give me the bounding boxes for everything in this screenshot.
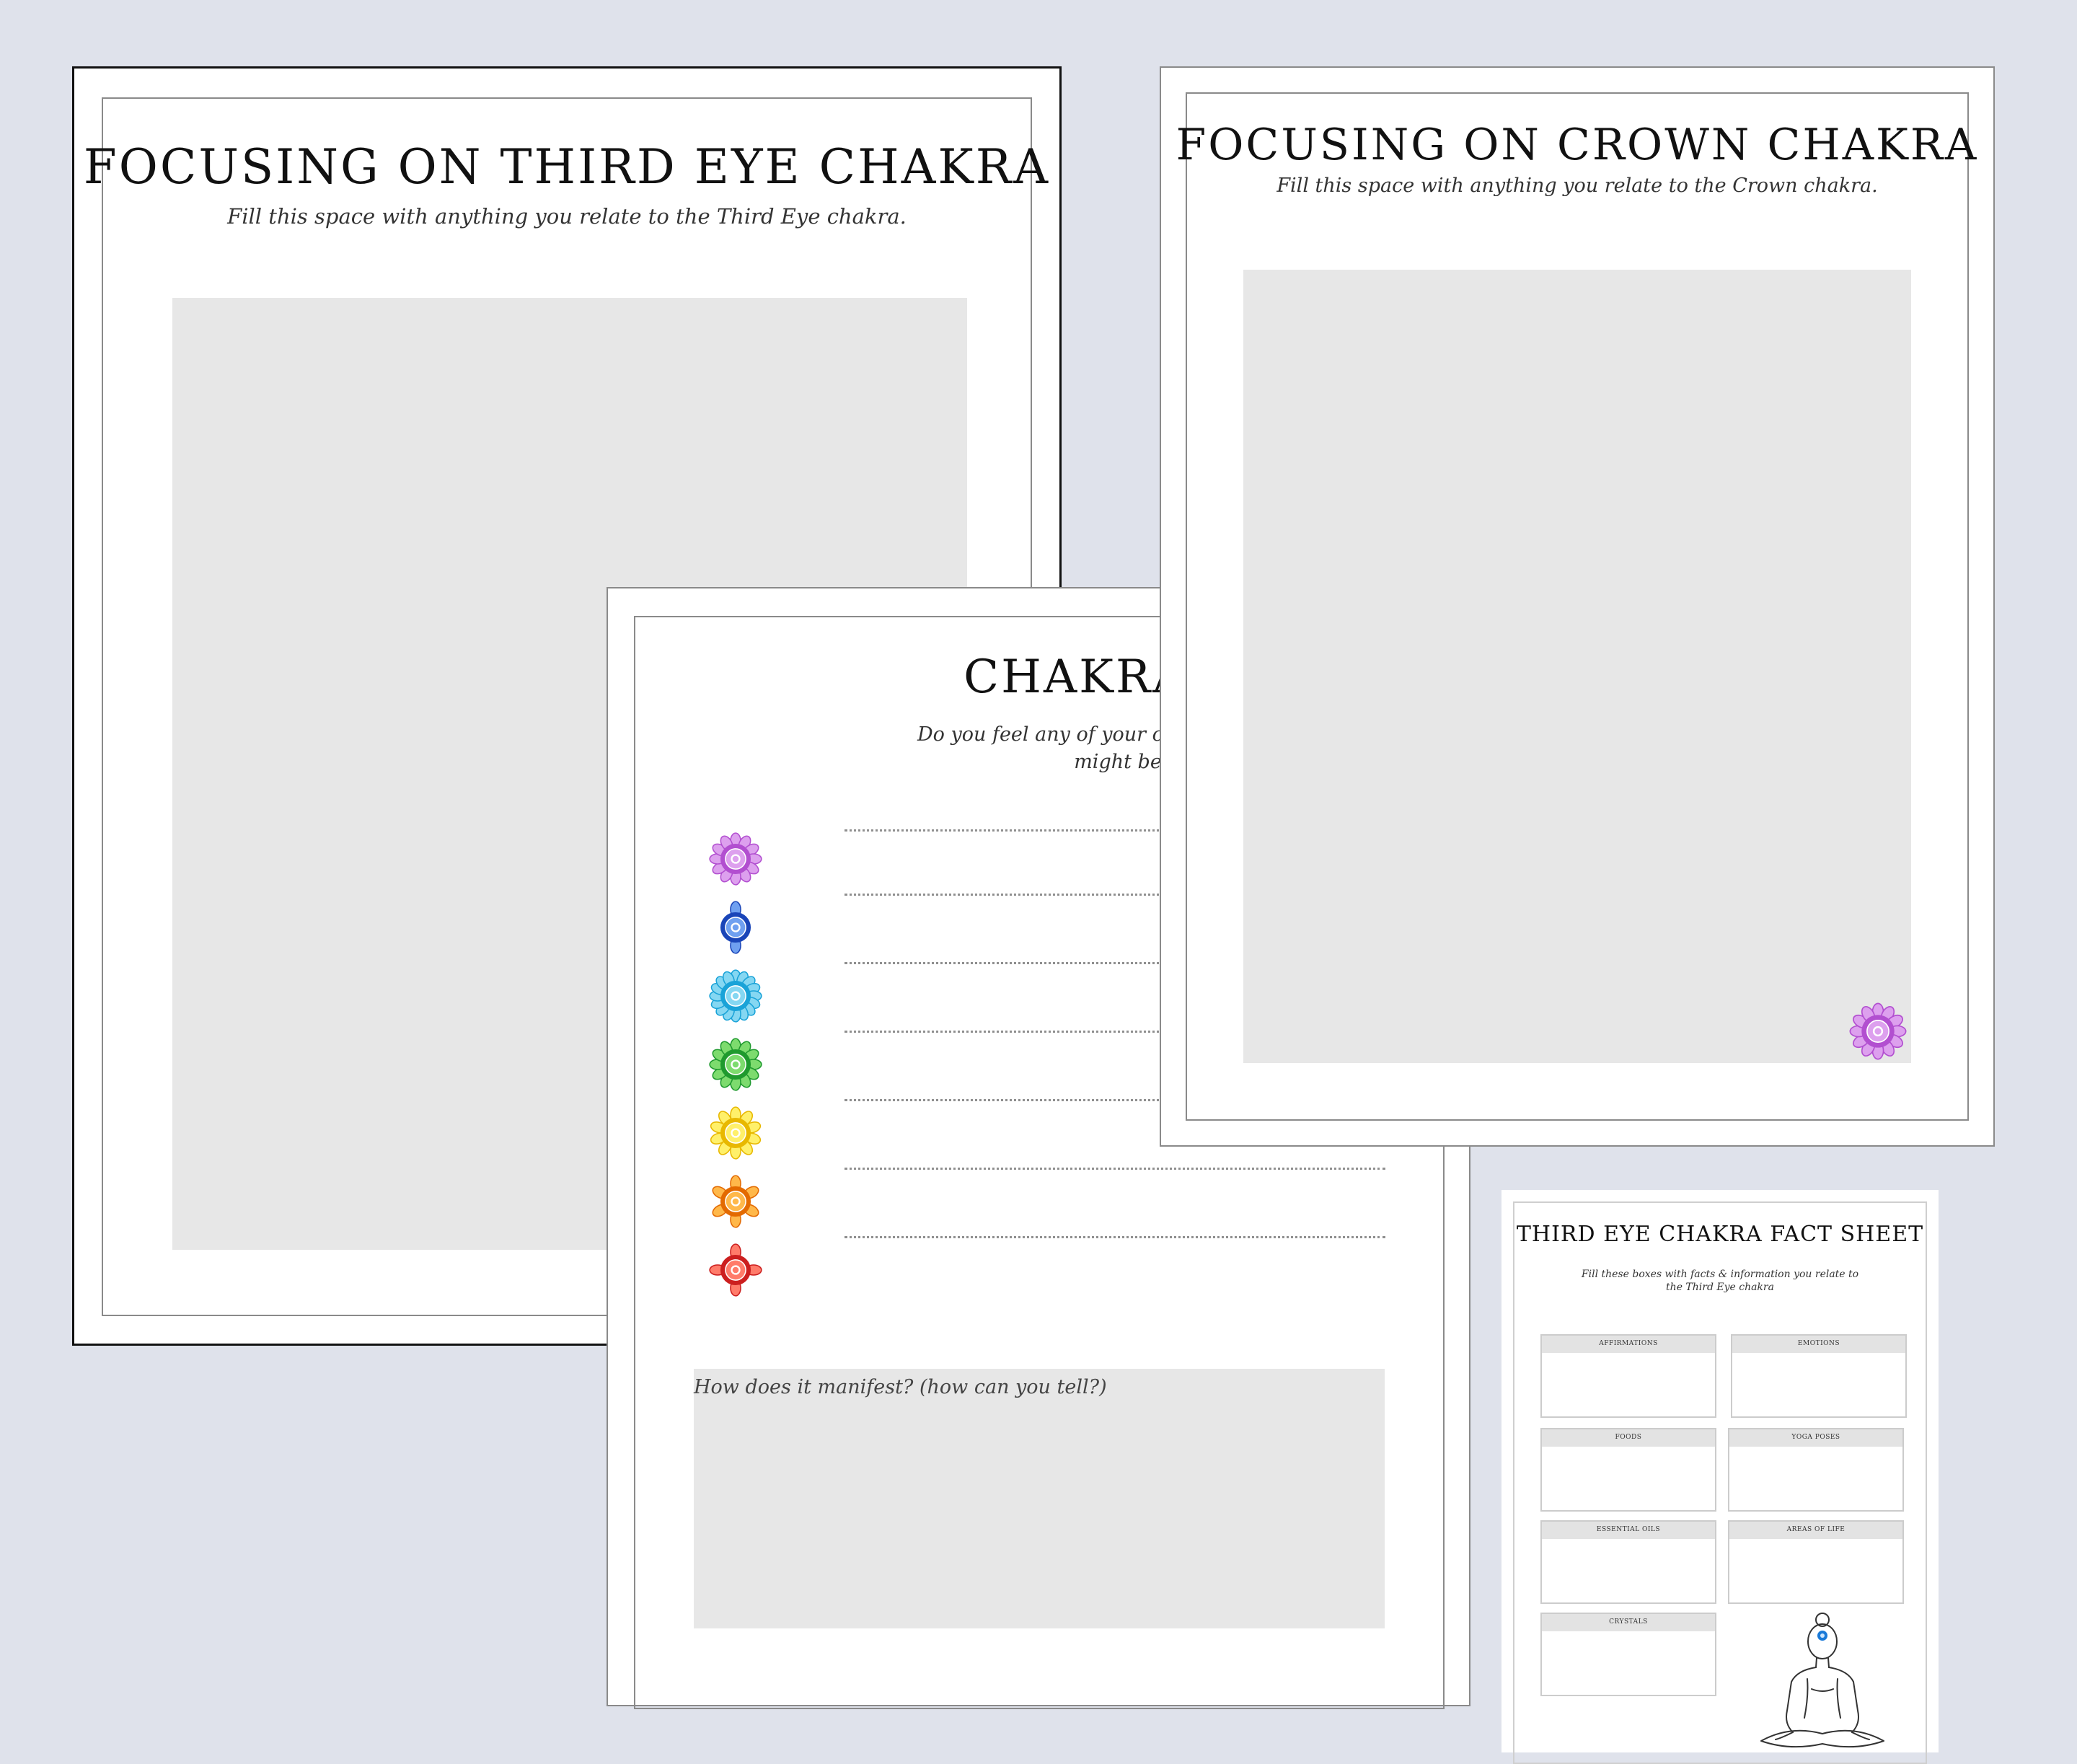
chakra-row [707,1168,1385,1231]
page-subtitle: Fill this space with anything you relate… [1276,175,1878,197]
fact-box-label: EMOTIONS [1732,1336,1905,1353]
fact-box-crystals[interactable]: CRYSTALS [1540,1613,1716,1696]
answer-line[interactable] [845,1236,1385,1238]
fact-box-emotions[interactable]: EMOTIONS [1731,1334,1907,1418]
root-chakra-icon [709,1243,762,1297]
page-title: FOCUSING ON THIRD EYE CHAKRA [83,139,1051,195]
fill-space-area [1243,270,1911,1063]
throat-chakra-icon [709,969,762,1023]
fact-box-label: FOODS [1542,1429,1715,1447]
fact-box-yoga-poses[interactable]: YOGA POSES [1728,1428,1904,1512]
fact-box-foods[interactable]: FOODS [1540,1428,1716,1512]
fact-sheet-page: THIRD EYE CHAKRA FACT SHEET Fill these b… [1501,1190,1939,1764]
page-title: THIRD EYE CHAKRA FACT SHEET [1516,1222,1924,1247]
third-eye-chakra-icon [720,901,751,954]
page-subtitle: Fill these boxes with facts & informatio… [1575,1268,1865,1294]
crown-chakra-icon [1849,1002,1907,1060]
fact-box-essential-oils[interactable]: ESSENTIAL OILS [1540,1520,1716,1604]
fact-box-label: YOGA POSES [1729,1429,1902,1447]
heart-chakra-icon [709,1038,762,1091]
crown-chakra-icon [709,832,762,886]
answer-line[interactable] [845,1168,1385,1170]
subtitle-line: the Third Eye chakra [1666,1282,1774,1293]
fact-box-label: CRYSTALS [1542,1614,1715,1631]
manifest-answer-box: How does it manifest? (how can you tell?… [694,1369,1385,1628]
fact-box-label: ESSENTIAL OILS [1542,1522,1715,1539]
manifest-question: How does it manifest? (how can you tell?… [694,1376,1107,1398]
subtitle-line: Fill these boxes with facts & informatio… [1581,1269,1859,1280]
fact-box-label: AREAS OF LIFE [1729,1522,1902,1539]
crown-focus-page: FOCUSING ON CROWN CHAKRA Fill this space… [1160,66,1995,1147]
fact-box-affirmations[interactable]: AFFIRMATIONS [1540,1334,1716,1418]
fact-box-label: AFFIRMATIONS [1542,1336,1715,1353]
meditation-figure-icon [1760,1613,1884,1748]
page-title: FOCUSING ON CROWN CHAKRA [1176,120,1979,170]
sacral-chakra-icon [712,1175,759,1228]
page-subtitle: Fill this space with anything you relate… [227,204,907,229]
fact-box-areas-of-life[interactable]: AREAS OF LIFE [1728,1520,1904,1604]
chakra-row [707,1236,1385,1300]
solar-plexus-chakra-icon [710,1106,762,1160]
